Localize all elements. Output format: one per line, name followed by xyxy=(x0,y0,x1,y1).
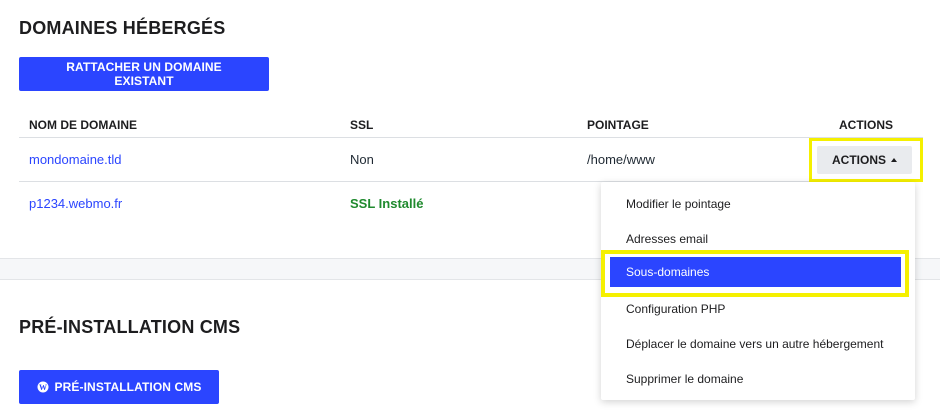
hosted-domains-title: DOMAINES HÉBERGÉS xyxy=(19,18,226,38)
menu-item-email-addresses[interactable]: Adresses email xyxy=(626,232,708,246)
column-header-ssl: SSL xyxy=(350,118,374,132)
actions-dropdown-button[interactable]: ACTIONS xyxy=(817,146,912,174)
domain-link[interactable]: mondomaine.tld xyxy=(29,152,122,167)
menu-item-php-config[interactable]: Configuration PHP xyxy=(626,302,725,316)
attach-existing-domain-button[interactable]: RATTACHER UN DOMAINE EXISTANT xyxy=(19,57,269,91)
menu-item-delete-domain[interactable]: Supprimer le domaine xyxy=(626,372,743,386)
column-header-pointage: POINTAGE xyxy=(587,118,649,132)
pointage-path: /home/www xyxy=(587,152,655,167)
domain-link[interactable]: p1234.webmo.fr xyxy=(29,196,122,211)
caret-up-icon xyxy=(891,158,897,162)
ssl-status: SSL Installé xyxy=(350,196,424,211)
cms-title: PRÉ-INSTALLATION CMS xyxy=(19,317,241,337)
svg-text:W: W xyxy=(38,383,46,392)
cms-preinstall-button[interactable]: W PRÉ-INSTALLATION CMS xyxy=(19,370,219,404)
column-header-actions: ACTIONS xyxy=(839,118,893,132)
table-header: NOM DE DOMAINE SSL POINTAGE ACTIONS xyxy=(19,108,923,138)
menu-item-move-domain[interactable]: Déplacer le domaine vers un autre héberg… xyxy=(626,337,883,351)
column-header-domain: NOM DE DOMAINE xyxy=(29,118,137,132)
cms-button-label: PRÉ-INSTALLATION CMS xyxy=(54,380,202,394)
menu-item-modify-pointage[interactable]: Modifier le pointage xyxy=(626,197,731,211)
table-row: mondomaine.tld Non /home/www xyxy=(19,138,923,182)
menu-item-subdomains[interactable]: Sous-domaines xyxy=(610,257,901,287)
wordpress-icon: W xyxy=(37,381,49,393)
actions-button-label: ACTIONS xyxy=(832,153,886,167)
ssl-status: Non xyxy=(350,152,374,167)
